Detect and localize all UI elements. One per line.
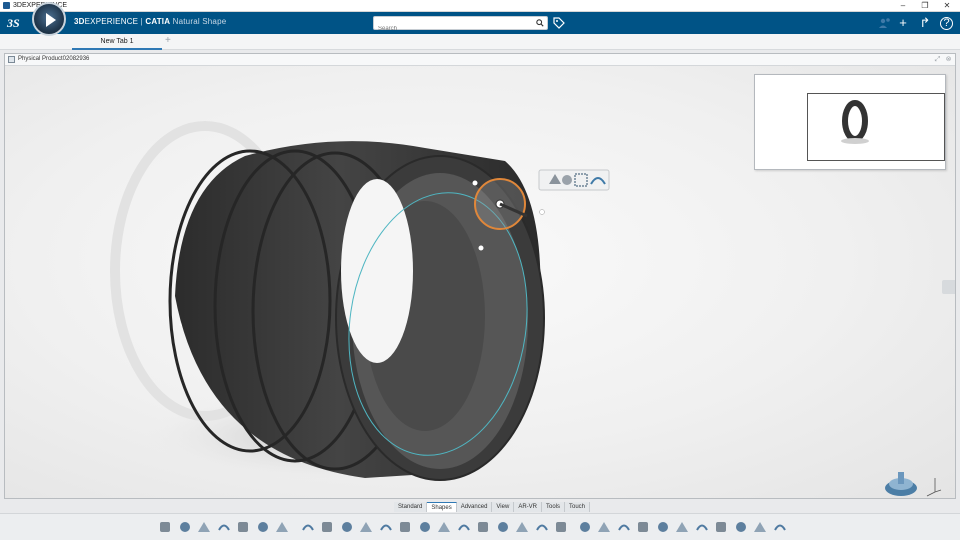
brand-title: 3DEXPERIENCE | CATIA Natural Shape [74,17,226,26]
document-title: Physical Product02082936 [18,56,90,62]
curve-icon[interactable] [616,519,632,535]
dome-icon[interactable] [553,519,569,535]
section-tab-view[interactable]: View [492,502,515,512]
box-icon[interactable] [397,519,413,535]
section-tab-ar-vr[interactable]: AR-VR [514,502,542,512]
bend-icon[interactable] [456,519,472,535]
sphere-icon[interactable] [358,519,374,535]
copy-icon[interactable] [177,519,193,535]
brand-experience: EXPERIENCE [84,17,139,26]
os-title-bar: 3DEXPERIENCE – ❐ ✕ [0,0,960,12]
add-tab-button[interactable]: + [165,35,175,47]
blend-icon[interactable] [596,519,612,535]
inner-hole [341,179,413,363]
section-tab-touch[interactable]: Touch [565,502,591,512]
section-tab-shapes[interactable]: Shapes [427,502,457,512]
undo-icon[interactable] [216,519,232,535]
close-document-icon[interactable]: ⊗ [944,55,953,64]
tab-new-tab-1[interactable]: New Tab 1 [72,34,162,50]
compass-icon[interactable] [32,2,66,36]
section-tab-standard[interactable]: Standard [394,502,428,512]
control-point-3[interactable] [539,209,545,215]
sweep-icon[interactable] [417,519,433,535]
tag-icon[interactable] [552,16,566,30]
preview-ring-icon [841,100,869,144]
solid-icon[interactable] [378,519,394,535]
add-icon[interactable]: + [895,15,911,31]
cut-icon[interactable] [157,519,173,535]
minimize-button[interactable]: – [892,0,914,12]
brand-app: CATIA [145,17,171,26]
revolve-icon[interactable] [436,519,452,535]
preview-window[interactable] [754,74,946,170]
eraser-icon[interactable] [274,519,290,535]
render-icon[interactable] [255,519,271,535]
loft-icon[interactable] [514,519,530,535]
control-point-2[interactable] [478,245,484,251]
search-box[interactable] [373,16,548,35]
action-bar [0,513,960,540]
control-point-1[interactable] [472,180,478,186]
document-title-bar: Physical Product02082936 ⤢ ⊗ [5,54,955,66]
close-button[interactable]: ✕ [936,0,958,12]
maximize-document-icon[interactable]: ⤢ [933,55,942,64]
restore-button[interactable]: ❐ [914,0,936,12]
plane-icon[interactable] [319,519,335,535]
section-tab-tools[interactable]: Tools [541,502,565,512]
context-shape-icon[interactable] [562,175,572,185]
svg-text:3S: 3S [6,16,20,30]
side-panel-handle-icon[interactable] [942,280,955,294]
brand-prefix: 3D [74,17,85,26]
pattern-icon[interactable] [674,519,690,535]
gear-icon[interactable] [733,519,749,535]
paste-icon[interactable] [196,519,212,535]
section-tabs: Standard Shapes Advanced View AR-VR Tool… [394,502,591,512]
shell-icon[interactable] [495,519,511,535]
view-compass-icon[interactable] [883,464,943,498]
share-icon[interactable]: ↱ [917,15,933,31]
app-header: 3S 3DEXPERIENCE | CATIA Natural Shape + … [0,12,960,35]
search-icon[interactable] [536,19,544,27]
3d-viewport[interactable] [5,66,955,498]
context-toolbar [538,169,610,191]
wrap-icon[interactable] [534,519,550,535]
app-icon [3,2,10,9]
tab-bar: New Tab 1 + [0,34,960,50]
help-icon[interactable]: ? [940,17,953,30]
axis-icon[interactable] [635,519,651,535]
product-icon [8,56,15,63]
brand-module: Natural Shape [170,17,227,26]
scatter-icon[interactable] [713,519,729,535]
mirror-icon[interactable] [655,519,671,535]
preview-frame [807,93,945,161]
brush-icon[interactable] [577,519,593,535]
analysis-icon[interactable] [772,519,788,535]
document-window: Physical Product02082936 ⤢ ⊗ [4,53,956,499]
circle-icon[interactable] [339,519,355,535]
dassault-logo-icon[interactable]: 3S [6,15,26,31]
people-icon[interactable] [878,16,892,30]
sketch-icon[interactable] [300,519,316,535]
section-tab-advanced[interactable]: Advanced [456,502,493,512]
extrude-icon[interactable] [475,519,491,535]
transform-icon[interactable] [752,519,768,535]
array-icon[interactable] [694,519,710,535]
product-icon[interactable] [235,519,251,535]
